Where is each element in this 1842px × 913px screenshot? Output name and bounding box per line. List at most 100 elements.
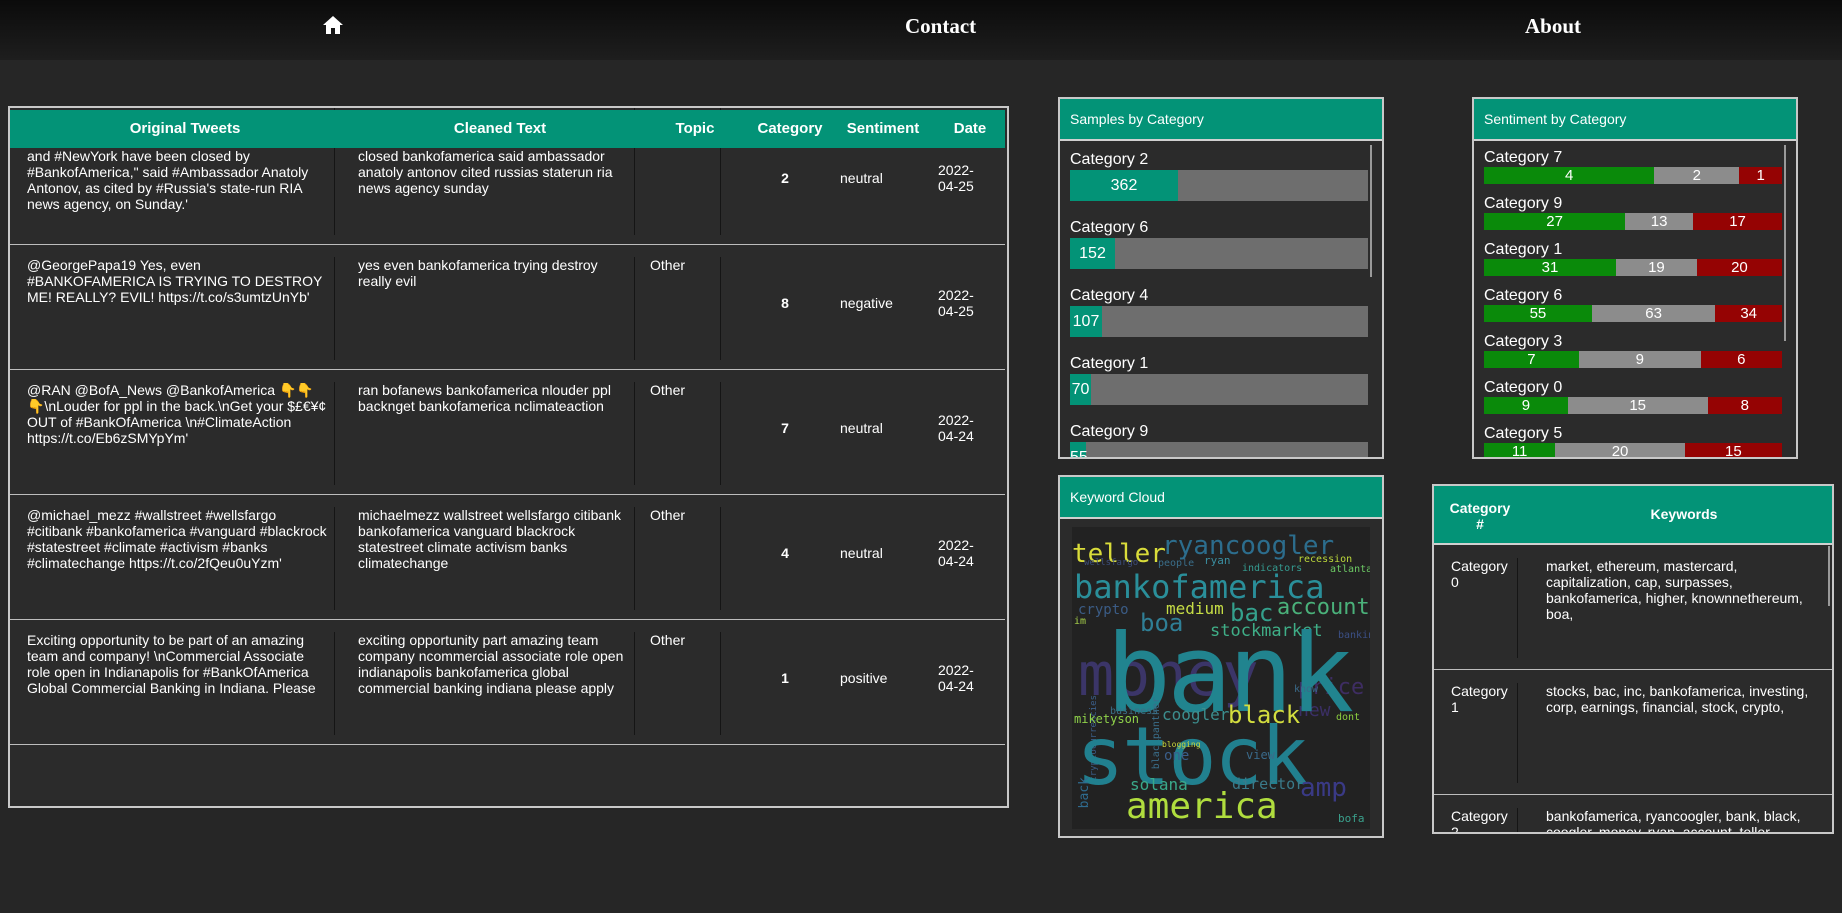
col-topic[interactable]: Topic (650, 110, 740, 148)
keywords-table-body: Category 0 market, ethereum, mastercard, … (1434, 545, 1832, 834)
cloud-word: view (1246, 748, 1275, 762)
neutral-segment: 2 (1654, 167, 1740, 184)
cloud-word: back (1077, 777, 1092, 809)
sentiment-bar-label: Category 3 (1484, 333, 1563, 350)
negative-segment: 34 (1715, 305, 1782, 322)
col-category[interactable]: Category (745, 110, 835, 148)
table-row[interactable]: Category 2 bankofamerica, ryancoogler, ba… (1434, 795, 1832, 834)
cleaned-text-cell: michaelmezz wallstreet wellsfargo citiba… (358, 507, 635, 610)
col-keywords[interactable]: Keywords (1544, 506, 1824, 522)
samples-bar-label: Category 1 (1070, 355, 1149, 372)
neutral-segment: 63 (1591, 305, 1716, 322)
sentiment-stacked-bar: 421 (1484, 167, 1782, 184)
positive-segment: 9 (1484, 397, 1568, 414)
neutral-segment: 13 (1625, 213, 1694, 230)
cloud-word: one (1164, 748, 1190, 764)
samples-bar-track: 70 (1070, 374, 1368, 405)
samples-bar-label: Category 2 (1070, 151, 1149, 168)
samples-bar-fill: 107 (1070, 306, 1102, 337)
topic-cell: Other (650, 382, 721, 485)
sentiment-stacked-bar: 31 19 20 (1484, 259, 1782, 276)
negative-segment: 20 (1696, 259, 1782, 276)
sentiment-bar-item: Category 5 11 20 15 (1484, 425, 1782, 457)
date-cell: 2022- 04-25 (938, 162, 974, 194)
sentiment-bar-label: Category 1 (1484, 241, 1563, 258)
table-row[interactable]: Category 0 market, ethereum, mastercard, … (1434, 545, 1832, 670)
positive-segment: 7 (1484, 351, 1579, 368)
table-row[interactable]: @michael_mezz #wallstreet #wellsfargo #c… (10, 495, 1005, 620)
positive-segment: 4 (1484, 167, 1655, 184)
date-cell: 2022- 04-24 (938, 412, 974, 444)
keyword-list-cell: bankofamerica, ryancoogler, bank, black,… (1546, 808, 1801, 834)
nav-about-link[interactable]: About (1525, 14, 1581, 39)
keyword-cloud-title: Keyword Cloud (1060, 477, 1382, 519)
topic-cell: Other (650, 632, 721, 735)
negative-segment: 15 (1684, 443, 1782, 457)
sentiment-bar-list: Category 7 4 2 1 Category 9 27 13 17 Category 13… (1484, 149, 1782, 457)
col-original-tweets[interactable]: Original Tweets (70, 110, 300, 148)
sentiment-bar-item: Category 0 9 15 8 (1484, 379, 1782, 425)
negative-segment: 1 (1739, 167, 1782, 184)
neutral-segment: 9 (1578, 351, 1701, 368)
col-cleaned-text[interactable]: Cleaned Text (380, 110, 620, 148)
neutral-segment: 20 (1555, 443, 1685, 457)
sentiment-stacked-bar: 11 20 15 (1484, 443, 1782, 457)
original-tweet-cell: @michael_mezz #wallstreet #wellsfargo #c… (27, 507, 335, 610)
table-row[interactable]: Category 1 stocks, bac, inc, bankofameric… (1434, 670, 1832, 795)
table-row[interactable]: @GeorgePapa19 Yes, even #BANKOFAMERICA I… (10, 245, 1005, 370)
category-cell: 7 (781, 420, 789, 436)
sentiment-cell: positive (840, 670, 888, 686)
negative-segment: 17 (1693, 213, 1782, 230)
sentiment-bar-item: Category 1 31 19 20 (1484, 241, 1782, 287)
nav-contact-link[interactable]: Contact (905, 14, 976, 39)
neutral-segment: 15 (1567, 397, 1708, 414)
samples-scrollbar[interactable] (1370, 145, 1372, 277)
keywords-table[interactable]: Category # Keywords Category 0 market, et… (1432, 484, 1834, 834)
samples-bar-item: Category 9 55 (1070, 423, 1368, 457)
negative-segment: 6 (1700, 351, 1782, 368)
home-icon[interactable] (322, 15, 344, 35)
sentiment-bar-item: Category 3796 (1484, 333, 1782, 379)
col-sentiment[interactable]: Sentiment (838, 110, 928, 148)
cloud-word: know (1294, 684, 1319, 695)
sentiment-by-category-panel: Sentiment by Category Category 7 4 2 1 Categ… (1472, 97, 1798, 459)
sentiment-bar-item: Category 9 27 13 17 (1484, 195, 1782, 241)
sentiment-bar-label: Category 6 (1484, 287, 1563, 304)
col-date[interactable]: Date (940, 110, 1000, 148)
table-row[interactable]: @RAN @BofA_News @BankofAmerica 👇👇👇\nLoud… (10, 370, 1005, 495)
sentiment-cell: neutral (840, 420, 883, 436)
sentiment-scrollbar[interactable] (1784, 145, 1786, 341)
cloud-word: ryan (1204, 554, 1231, 567)
samples-bar-fill: 55 (1070, 442, 1088, 457)
keyword-list-cell: market, ethereum, mastercard, capitaliza… (1546, 558, 1803, 622)
keyword-category-cell: Category 1 (1451, 683, 1518, 783)
samples-bar-label: Category 4 (1070, 287, 1149, 304)
category-cell: 2 (781, 170, 789, 186)
samples-bar-list: Category 2 362 Category 6 152 Category 4 107 C… (1070, 151, 1368, 457)
keyword-category-cell: Category 2 (1451, 808, 1518, 832)
cloud-word: bofa (1338, 812, 1365, 825)
col-category-number[interactable]: Category # (1444, 500, 1516, 532)
cloud-word: atlanta (1330, 564, 1370, 575)
cloud-word: im (1074, 616, 1087, 627)
samples-bar-track: 152 (1070, 238, 1368, 269)
sentiment-cell: neutral (840, 170, 883, 186)
samples-bar-track: 362 (1070, 170, 1368, 201)
tweets-table[interactable]: Original Tweets Cleaned Text Topic Categ… (8, 106, 1009, 808)
sentiment-stacked-bar: 9 15 8 (1484, 397, 1782, 414)
keyword-cloud-panel: Keyword Cloud money price new ryancoogle… (1058, 475, 1384, 838)
table-row[interactable]: Exciting opportunity to be part of an am… (10, 620, 1005, 745)
samples-bar-item: Category 1 70 (1070, 355, 1368, 423)
keywords-scrollbar[interactable] (1828, 546, 1830, 606)
sentiment-stacked-bar: 27 13 17 (1484, 213, 1782, 230)
original-tweet-cell: Exciting opportunity to be part of an am… (27, 632, 335, 735)
cloud-word: dont (1336, 712, 1361, 723)
keyword-category-cell: Category 0 (1451, 558, 1518, 658)
date-cell: 2022- 04-24 (938, 537, 974, 569)
samples-bar-fill: 152 (1070, 238, 1115, 269)
samples-bar-label: Category 6 (1070, 219, 1149, 236)
cloud-word: wellsfargo (1084, 558, 1139, 568)
samples-bar-item: Category 2 362 (1070, 151, 1368, 219)
sentiment-bar-label: Category 5 (1484, 425, 1563, 442)
keyword-list-cell: stocks, bac, inc, bankofamerica, investi… (1546, 683, 1809, 715)
